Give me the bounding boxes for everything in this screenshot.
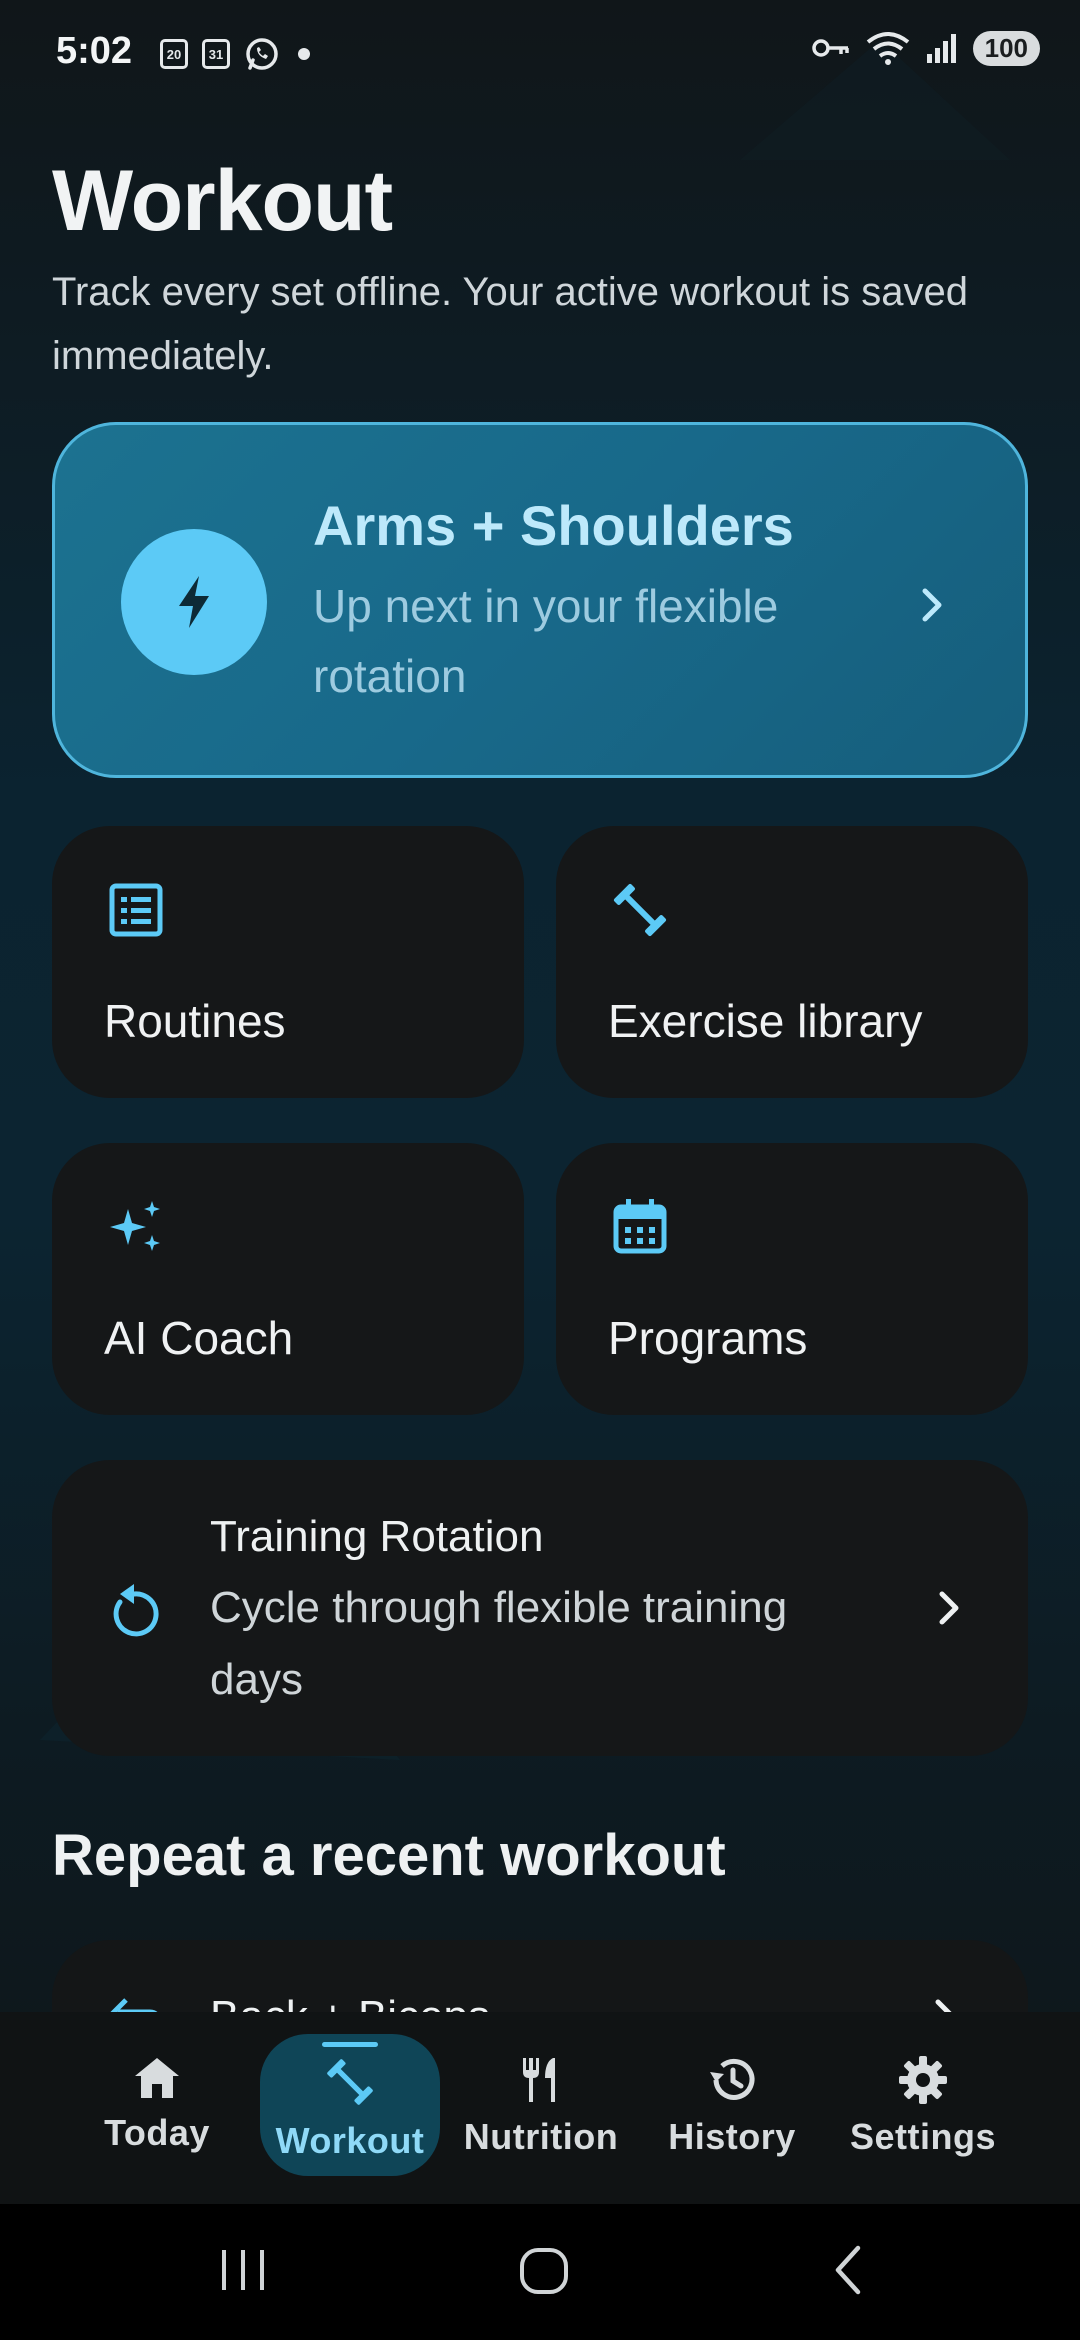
status-bar: 5:02 20 31 100 xyxy=(0,0,1080,110)
exercise-library-label: Exercise library xyxy=(608,995,923,1047)
chevron-right-icon xyxy=(922,588,942,622)
active-indicator xyxy=(322,2042,378,2047)
page-subtitle: Track every set offline. Your active wor… xyxy=(52,270,968,378)
next-workout-subtitle: Up next in your flexible rotation xyxy=(313,580,779,702)
training-rotation-title: Training Rotation xyxy=(210,1512,544,1561)
nav-history[interactable]: History xyxy=(642,2034,822,2176)
ai-coach-tile[interactable]: AI Coach xyxy=(52,1143,524,1415)
dot-icon xyxy=(298,48,310,60)
dumbbell-icon xyxy=(327,2059,373,2105)
fork-knife-icon xyxy=(523,2058,555,2102)
training-rotation-card[interactable]: Training Rotation Cycle through flexible… xyxy=(52,1460,1028,1756)
calendar-notification-icon-2: 31 xyxy=(202,39,230,69)
home-button-icon[interactable] xyxy=(516,2242,572,2298)
ai-coach-label: AI Coach xyxy=(104,1312,294,1364)
system-navigation-bar xyxy=(0,2204,1080,2340)
wifi-icon xyxy=(866,32,909,65)
routines-tile[interactable]: Routines xyxy=(52,826,524,1098)
back-icon[interactable] xyxy=(828,2242,868,2298)
gear-icon xyxy=(899,2056,947,2104)
nav-workout-label: Workout xyxy=(275,2120,425,2161)
home-icon xyxy=(135,2058,179,2098)
page-title: Workout xyxy=(52,153,393,249)
battery-indicator: 100 xyxy=(972,30,1040,66)
nav-settings-label: Settings xyxy=(849,2116,996,2157)
list-icon xyxy=(109,883,163,937)
dumbbell-icon xyxy=(613,883,667,937)
nav-nutrition[interactable]: Nutrition xyxy=(451,2034,631,2176)
nav-nutrition-label: Nutrition xyxy=(463,2116,619,2157)
programs-tile[interactable]: Programs xyxy=(556,1143,1028,1415)
next-workout-card[interactable]: Arms + Shoulders Up next in your flexibl… xyxy=(52,422,1028,778)
sparkle-icon xyxy=(110,1201,160,1251)
routines-label: Routines xyxy=(104,995,286,1047)
next-workout-title: Arms + Shoulders xyxy=(313,494,794,557)
rotate-icon xyxy=(113,1584,159,1637)
calendar-notification-icon: 20 xyxy=(160,39,188,69)
signal-icon xyxy=(926,34,956,63)
training-rotation-subtitle: Cycle through flexible training days xyxy=(210,1583,788,1704)
programs-label: Programs xyxy=(608,1312,808,1364)
status-right-icons: 100 xyxy=(811,30,1040,66)
vpn-key-icon xyxy=(811,39,849,57)
whatsapp-icon xyxy=(246,38,278,70)
recent-apps-icon[interactable] xyxy=(218,2242,268,2298)
bottom-navigation: Today Workout Nutrition History Settings xyxy=(0,2012,1080,2204)
recent-workouts-heading: Repeat a recent workout xyxy=(52,1823,726,1888)
nav-workout[interactable]: Workout xyxy=(260,2034,440,2176)
chevron-right-icon xyxy=(939,1591,959,1625)
nav-settings[interactable]: Settings xyxy=(833,2034,1013,2176)
calendar-icon xyxy=(613,1199,667,1254)
nav-today[interactable]: Today xyxy=(67,2034,247,2176)
status-time: 5:02 xyxy=(56,30,133,72)
bolt-icon xyxy=(179,576,209,628)
nav-history-label: History xyxy=(668,2116,796,2157)
history-icon xyxy=(710,2058,755,2100)
exercise-library-tile[interactable]: Exercise library xyxy=(556,826,1028,1098)
next-workout-icon-circle xyxy=(121,529,267,675)
nav-today-label: Today xyxy=(104,2112,210,2153)
notification-icons: 20 31 xyxy=(160,36,314,72)
